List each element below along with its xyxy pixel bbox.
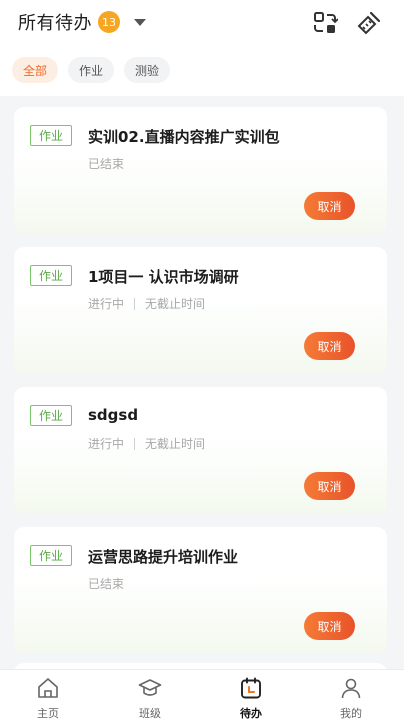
- deadline-text: 无截止时间: [145, 437, 206, 451]
- count-badge: 13: [98, 11, 120, 33]
- tab-label: 我的: [340, 707, 362, 720]
- switch-icon[interactable]: [312, 10, 339, 36]
- status-text: 已结束: [88, 577, 125, 591]
- tab-profile[interactable]: 我的: [321, 676, 381, 720]
- tab-todo[interactable]: 待办: [221, 676, 281, 720]
- tab-label: 班级: [139, 707, 161, 720]
- filter-chip-all[interactable]: 全部: [12, 57, 59, 83]
- tab-label: 待办: [240, 707, 262, 720]
- class-icon: [138, 679, 162, 696]
- status-text: 进行中: [88, 297, 125, 311]
- profile-icon: [341, 678, 361, 699]
- cancel-button[interactable]: 取消: [304, 472, 355, 500]
- page-title: 所有待办: [18, 13, 92, 34]
- card-title: 实训02.直播内容推广实训包: [88, 128, 280, 146]
- bottom-tab-bar: 主页 班级 待办 我的: [0, 669, 404, 720]
- todo-card[interactable]: 作业 sdgsd 进行中 无截止时间 取消: [14, 387, 387, 513]
- clean-icon[interactable]: [356, 10, 382, 36]
- type-tag: 作业: [30, 125, 73, 146]
- card-status: 已结束: [88, 575, 124, 592]
- card-status: 进行中 无截止时间: [88, 435, 205, 452]
- tab-home[interactable]: 主页: [18, 676, 78, 720]
- card-title: sdgsd: [88, 406, 139, 424]
- filter-chip-homework[interactable]: 作业: [68, 57, 115, 83]
- cancel-button[interactable]: 取消: [304, 332, 355, 360]
- status-text: 已结束: [88, 157, 125, 171]
- deadline-text: 无截止时间: [145, 297, 206, 311]
- card-status: 已结束: [88, 155, 124, 172]
- card-title: 1项目一 认识市场调研: [88, 268, 239, 286]
- top-bar: 所有待办 13 全部 作业 测验: [0, 0, 404, 96]
- todo-card[interactable]: 作业 运营思路提升培训作业 已结束 取消: [14, 527, 387, 653]
- status-text: 进行中: [88, 437, 125, 451]
- type-tag: 作业: [30, 265, 73, 286]
- title-dropdown[interactable]: 所有待办 13: [18, 10, 146, 34]
- status-divider: [134, 437, 136, 450]
- home-icon: [38, 678, 58, 698]
- tab-label: 主页: [37, 707, 59, 720]
- card-status: 进行中 无截止时间: [88, 295, 205, 312]
- type-tag: 作业: [30, 545, 73, 566]
- type-tag: 作业: [30, 405, 73, 426]
- todo-card[interactable]: 作业 实训02.直播内容推广实训包 已结束 取消: [14, 107, 387, 233]
- status-divider: [134, 297, 136, 310]
- todo-card[interactable]: 作业 1项目一 认识市场调研 进行中 无截止时间 取消: [14, 247, 387, 373]
- card-title: 运营思路提升培训作业: [88, 548, 239, 566]
- tab-class[interactable]: 班级: [120, 676, 180, 720]
- chevron-down-icon[interactable]: [134, 18, 146, 26]
- cancel-button[interactable]: 取消: [304, 612, 355, 640]
- filter-chips: 全部 作业 测验: [12, 57, 171, 83]
- cancel-button[interactable]: 取消: [304, 192, 355, 220]
- filter-chip-quiz[interactable]: 测验: [124, 57, 171, 83]
- todo-icon: [241, 677, 261, 699]
